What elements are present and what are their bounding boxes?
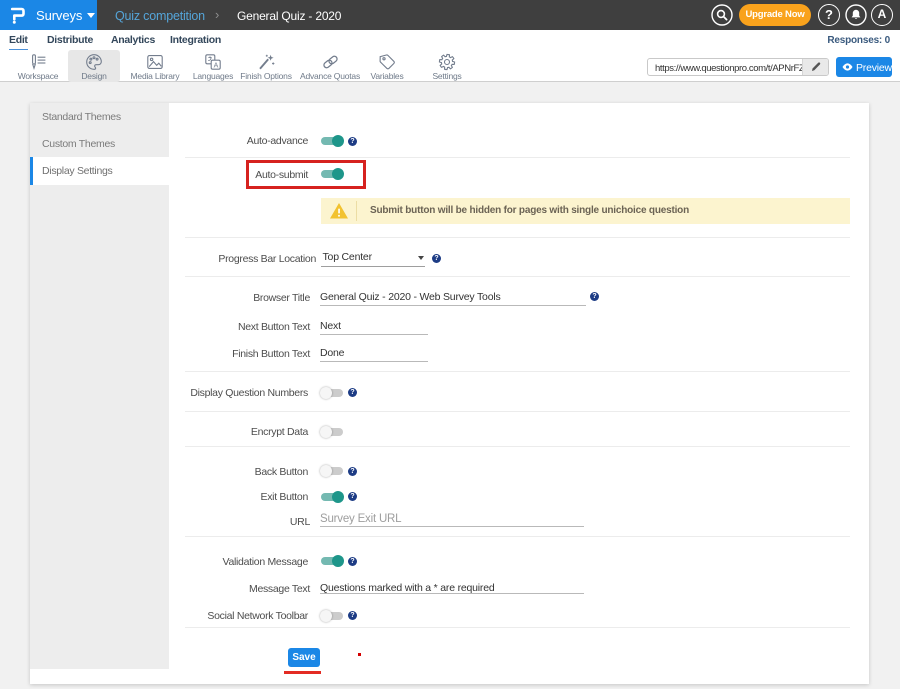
svg-text:A: A — [214, 63, 219, 70]
